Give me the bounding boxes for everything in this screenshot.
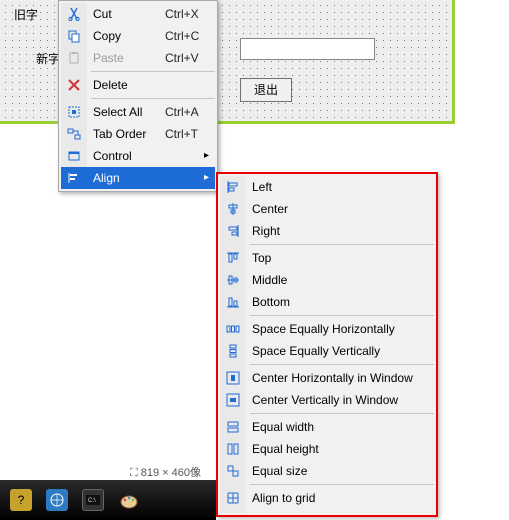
cut-icon	[61, 7, 87, 21]
text-field[interactable]	[240, 38, 375, 60]
align-top-label: Top	[246, 247, 434, 269]
equal-height-icon	[220, 442, 246, 456]
align-equal-size[interactable]: Equal size	[220, 460, 434, 482]
align-equal-width[interactable]: Equal width	[220, 416, 434, 438]
align-space-h-label: Space Equally Horizontally	[246, 318, 434, 340]
menu-control-label: Control	[87, 145, 165, 167]
menu-paste: Paste Ctrl+V	[61, 47, 215, 69]
menu-cut-label: Cut	[87, 3, 165, 25]
svg-text:C:\: C:\	[88, 498, 96, 504]
space-v-icon	[220, 344, 246, 358]
align-center-v-window-label: Center Vertically in Window	[246, 389, 434, 411]
align-space-h[interactable]: Space Equally Horizontally	[220, 318, 434, 340]
menu-copy-label: Copy	[87, 25, 165, 47]
align-submenu: Left Center Right Top Middle Bottom Spac…	[216, 172, 438, 517]
equal-size-icon	[220, 464, 246, 478]
dimensions-icon: ⛶	[130, 467, 141, 479]
align-middle-icon	[220, 273, 246, 287]
taskbar-terminal-icon[interactable]: C:\	[82, 489, 104, 511]
align-left[interactable]: Left	[220, 176, 434, 198]
align-equal-height-label: Equal height	[246, 438, 434, 460]
select-all-icon	[61, 105, 87, 119]
delete-icon	[61, 79, 87, 91]
align-right-label: Right	[246, 220, 434, 242]
menu-paste-shortcut: Ctrl+V	[165, 47, 215, 69]
menu-copy[interactable]: Copy Ctrl+C	[61, 25, 215, 47]
context-menu: Cut Ctrl+X Copy Ctrl+C Paste Ctrl+V Dele…	[58, 0, 218, 192]
menu-align[interactable]: Align	[61, 167, 215, 189]
align-bottom-icon	[220, 295, 246, 309]
taskbar: ? C:\	[0, 480, 216, 520]
align-center-icon	[220, 202, 246, 216]
menu-select-all[interactable]: Select All Ctrl+A	[61, 101, 215, 123]
menu-cut[interactable]: Cut Ctrl+X	[61, 3, 215, 25]
submenu-sep-1	[250, 244, 434, 245]
align-middle[interactable]: Middle	[220, 269, 434, 291]
taskbar-app-icon[interactable]	[46, 489, 68, 511]
align-space-v[interactable]: Space Equally Vertically	[220, 340, 434, 362]
menu-copy-shortcut: Ctrl+C	[165, 25, 215, 47]
taskbar-paint-icon[interactable]	[118, 489, 140, 511]
old-char-label: 旧字	[14, 6, 38, 23]
align-right-icon	[220, 224, 246, 238]
align-equal-height[interactable]: Equal height	[220, 438, 434, 460]
align-middle-label: Middle	[246, 269, 434, 291]
align-right[interactable]: Right	[220, 220, 434, 242]
exit-button[interactable]: 退出	[240, 78, 292, 102]
center-h-win-icon	[220, 371, 246, 385]
align-bottom-label: Bottom	[246, 291, 434, 313]
status-dimensions: ⛶ 819 × 460像	[130, 464, 201, 480]
menu-paste-label: Paste	[87, 47, 165, 69]
menu-delete-label: Delete	[87, 74, 165, 96]
align-icon	[61, 171, 87, 185]
submenu-sep-4	[250, 413, 434, 414]
align-to-grid-label: Align to grid	[246, 487, 434, 509]
center-v-win-icon	[220, 393, 246, 407]
dimensions-text: 819 × 460像	[141, 467, 201, 479]
menu-tab-order[interactable]: Tab Order Ctrl+T	[61, 123, 215, 145]
space-h-icon	[220, 322, 246, 336]
menu-align-label: Align	[87, 167, 165, 189]
align-center[interactable]: Center	[220, 198, 434, 220]
align-top[interactable]: Top	[220, 247, 434, 269]
submenu-sep-2	[250, 315, 434, 316]
taskbar-help-icon[interactable]: ?	[10, 489, 32, 511]
align-left-label: Left	[246, 176, 434, 198]
menu-tab-order-label: Tab Order	[87, 123, 165, 145]
menu-control[interactable]: Control	[61, 145, 215, 167]
menu-sep-2	[91, 98, 215, 99]
align-left-icon	[220, 180, 246, 194]
copy-icon	[61, 29, 87, 43]
submenu-sep-5	[250, 484, 434, 485]
align-equal-size-label: Equal size	[246, 460, 434, 482]
menu-sep-1	[91, 71, 215, 72]
grid-icon	[220, 491, 246, 505]
new-char-label: 新字	[36, 50, 60, 67]
align-center-label: Center	[246, 198, 434, 220]
align-top-icon	[220, 251, 246, 265]
menu-select-all-shortcut: Ctrl+A	[165, 101, 215, 123]
align-center-v-window[interactable]: Center Vertically in Window	[220, 389, 434, 411]
submenu-sep-3	[250, 364, 434, 365]
tab-order-icon	[61, 127, 87, 141]
menu-delete[interactable]: Delete	[61, 74, 215, 96]
align-bottom[interactable]: Bottom	[220, 291, 434, 313]
menu-select-all-label: Select All	[87, 101, 165, 123]
paste-icon	[61, 51, 87, 65]
control-icon	[61, 149, 87, 163]
align-equal-width-label: Equal width	[246, 416, 434, 438]
equal-width-icon	[220, 420, 246, 434]
menu-tab-order-shortcut: Ctrl+T	[165, 123, 215, 145]
align-center-h-window-label: Center Horizontally in Window	[246, 367, 434, 389]
align-to-grid[interactable]: Align to grid	[220, 487, 434, 509]
align-center-h-window[interactable]: Center Horizontally in Window	[220, 367, 434, 389]
menu-cut-shortcut: Ctrl+X	[165, 3, 215, 25]
align-space-v-label: Space Equally Vertically	[246, 340, 434, 362]
